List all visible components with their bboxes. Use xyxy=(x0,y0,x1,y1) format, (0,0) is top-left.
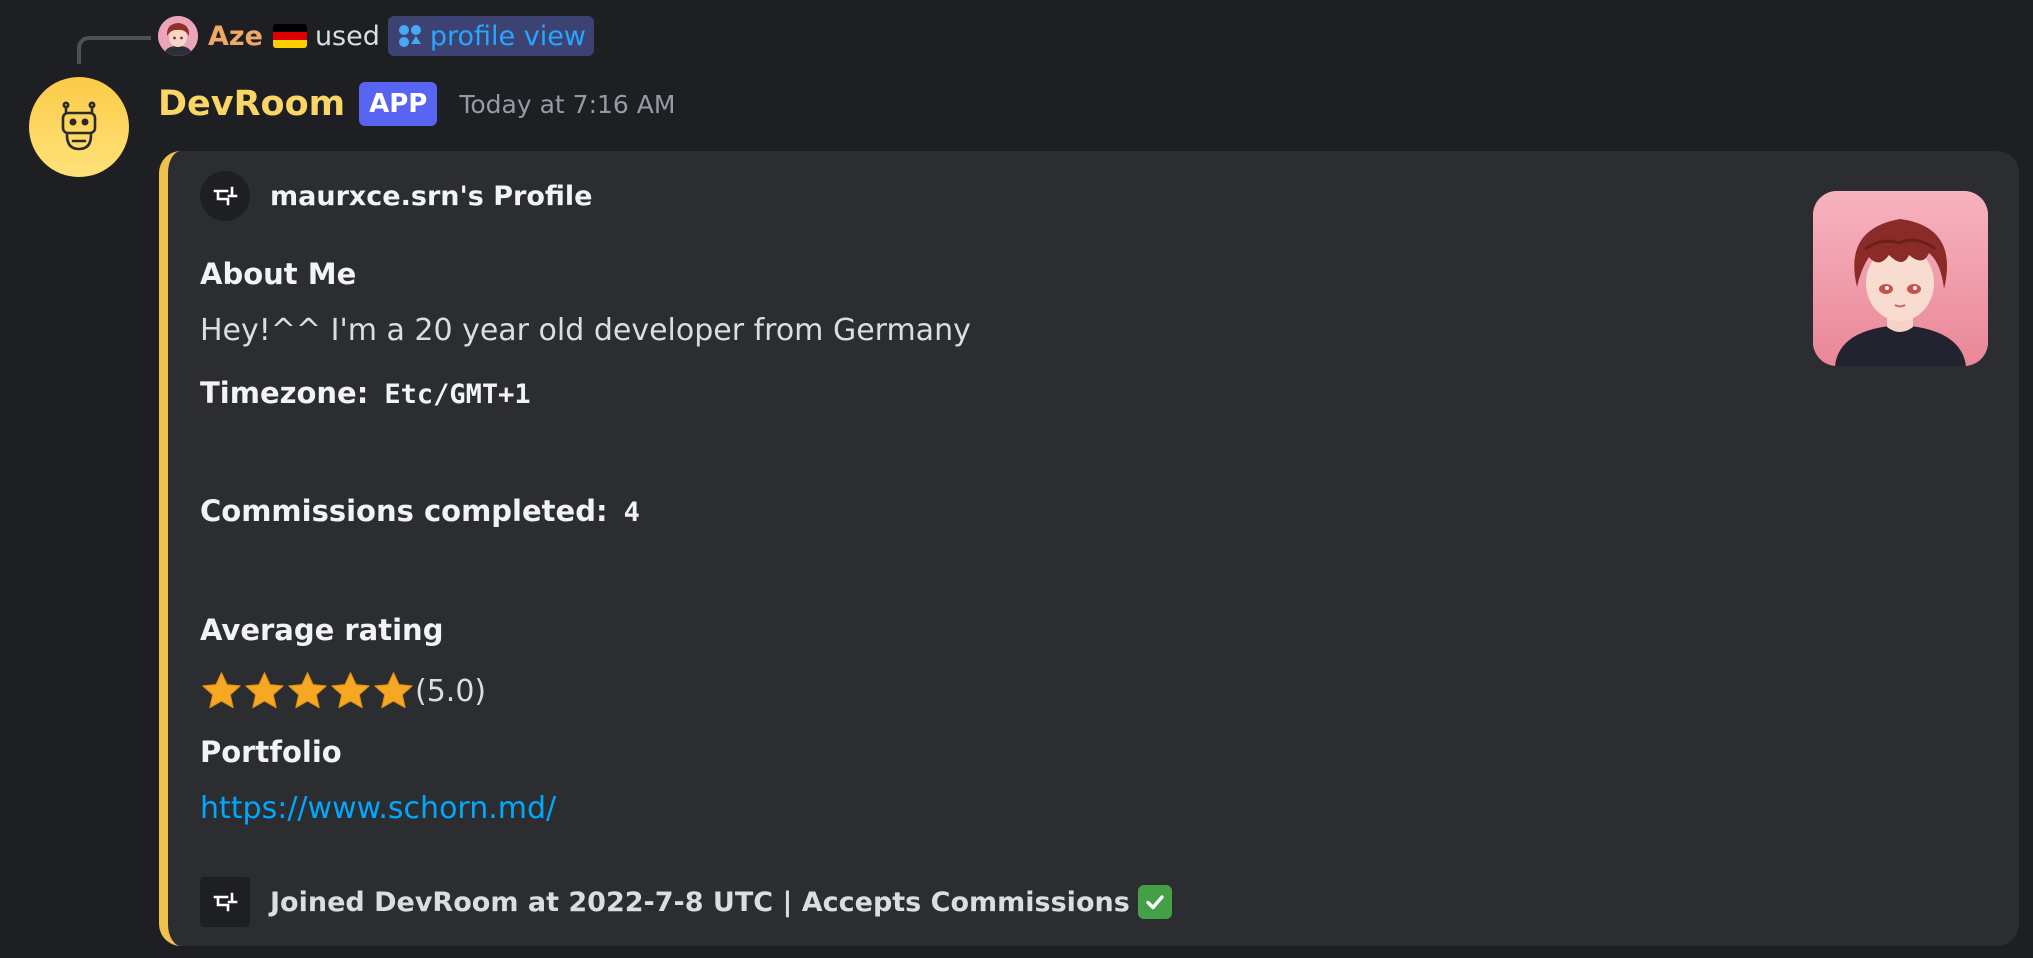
message-header: DevRoom APP Today at 7:16 AM xyxy=(158,80,675,128)
used-text: used xyxy=(314,20,380,52)
embed-author: maurxce.srn's Profile xyxy=(200,171,592,221)
command-icon xyxy=(398,25,421,47)
commissions-value: 4 xyxy=(623,497,640,528)
commissions-label: Commissions completed: xyxy=(200,494,608,528)
embed-footer: Joined DevRoom at 2022-7-8 UTC | Accepts… xyxy=(200,877,1172,927)
reply-username[interactable]: Aze xyxy=(208,21,263,52)
check-mark-button-icon xyxy=(1137,885,1172,919)
robot-icon xyxy=(61,101,97,151)
devroom-footer-icon xyxy=(200,877,250,927)
bot-username[interactable]: DevRoom xyxy=(158,84,345,124)
timezone-label: Timezone: xyxy=(200,376,369,410)
command-used-line: Aze used profile view xyxy=(158,14,594,58)
rating-value: (5.0) xyxy=(415,673,487,709)
timezone-field: Timezone: Etc/GMT+1 xyxy=(200,376,531,410)
command-mention[interactable]: profile view xyxy=(387,16,594,56)
profile-thumbnail[interactable] xyxy=(1813,191,1988,366)
reply-user-avatar[interactable] xyxy=(158,16,198,56)
portfolio-title: Portfolio xyxy=(200,735,342,769)
profile-embed: maurxce.srn's Profile About Me Hey!^^ I'… xyxy=(159,151,2019,946)
average-rating-title: Average rating xyxy=(200,613,444,647)
commissions-field: Commissions completed: 4 xyxy=(200,494,640,528)
star-icon xyxy=(374,671,413,708)
star-icon xyxy=(245,671,284,708)
footer-text: Joined DevRoom at 2022-7-8 UTC | Accepts… xyxy=(270,886,1130,918)
devroom-logo-icon xyxy=(200,171,250,221)
about-me-title: About Me xyxy=(200,257,357,291)
reply-spine xyxy=(77,36,151,64)
message-timestamp[interactable]: Today at 7:16 AM xyxy=(459,90,675,119)
app-badge: APP xyxy=(359,82,438,126)
about-me-text: Hey!^^ I'm a 20 year old developer from … xyxy=(200,313,971,348)
command-name[interactable]: profile view xyxy=(430,21,586,52)
portfolio-link[interactable]: https://www.schorn.md/ xyxy=(200,791,556,826)
germany-flag-icon xyxy=(272,24,307,48)
star-icons xyxy=(200,670,415,713)
embed-author-name: maurxce.srn's Profile xyxy=(270,180,593,212)
star-icon xyxy=(288,671,327,708)
bot-avatar[interactable] xyxy=(29,77,129,177)
timezone-value: Etc/GMT+1 xyxy=(384,379,531,410)
star-icon xyxy=(331,671,370,708)
star-icon xyxy=(202,671,241,708)
rating-stars: (5.0) xyxy=(200,666,486,716)
